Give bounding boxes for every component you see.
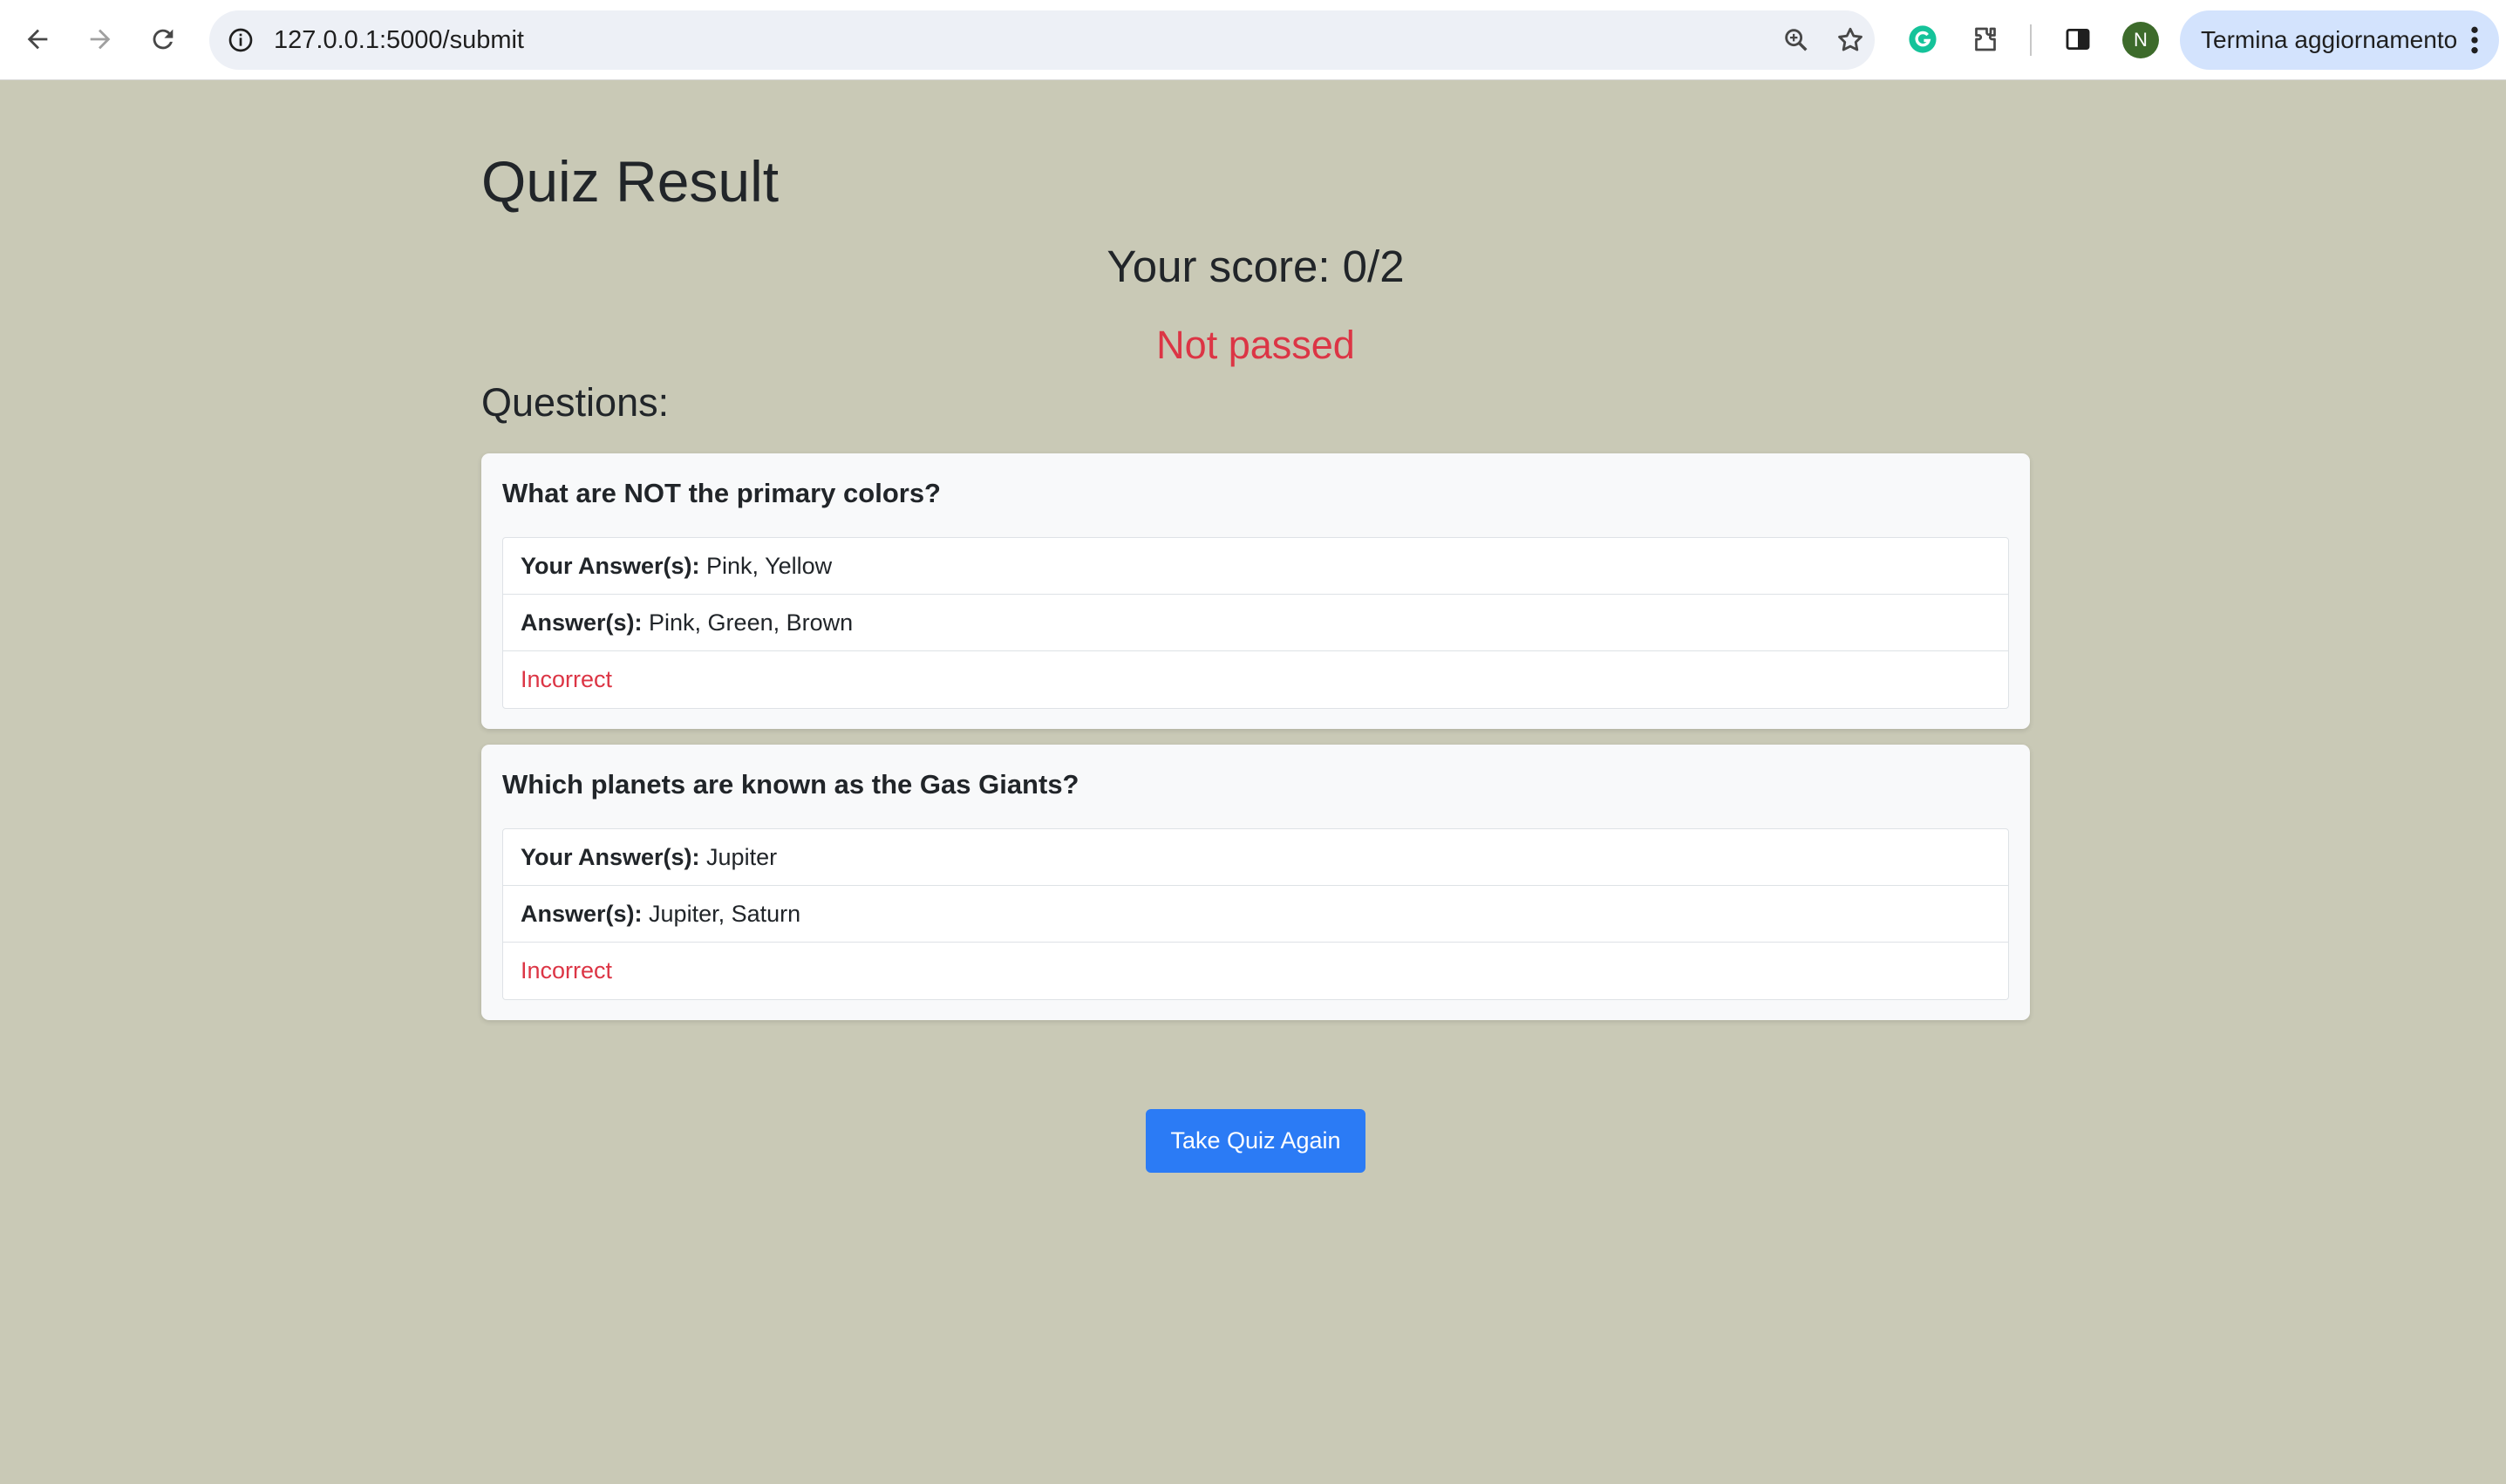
your-answer-label: Your Answer(s):	[521, 553, 700, 579]
update-button[interactable]: Termina aggiornamento	[2180, 10, 2499, 70]
your-answer-row: Your Answer(s): Jupiter	[503, 829, 2008, 886]
correct-answer-label: Answer(s):	[521, 609, 643, 636]
address-bar[interactable]: 127.0.0.1:5000/submit	[209, 10, 1875, 70]
back-button[interactable]	[17, 19, 58, 59]
side-panel-icon[interactable]	[2058, 19, 2098, 59]
your-answer-value: Pink, Yellow	[699, 553, 833, 579]
questions-heading: Questions:	[481, 380, 670, 425]
question-text: What are NOT the primary colors?	[502, 478, 941, 508]
result-text: Incorrect	[521, 957, 613, 984]
correct-answer-row: Answer(s): Jupiter, Saturn	[503, 886, 2008, 943]
result-text: Incorrect	[521, 666, 613, 692]
reload-icon	[153, 29, 174, 50]
answer-list: Your Answer(s): Jupiter Answer(s): Jupit…	[502, 828, 2009, 1000]
site-info-icon[interactable]	[223, 23, 258, 58]
page-title: Quiz Result	[481, 149, 780, 214]
score-text: Your score: 0/2	[1107, 242, 1405, 291]
bookmark-star-icon[interactable]	[1833, 23, 1868, 58]
back-icon	[27, 29, 48, 50]
your-answer-row: Your Answer(s): Pink, Yellow	[503, 538, 2008, 595]
question-card: Which planets are known as the Gas Giant…	[481, 745, 2030, 1020]
grammarly-icon[interactable]	[1903, 19, 1943, 59]
profile-avatar[interactable]: N	[2122, 22, 2159, 58]
your-answer-value: Jupiter	[699, 844, 778, 870]
toolbar-divider	[2030, 24, 2032, 56]
extensions-icon[interactable]	[1965, 19, 2005, 59]
correct-answer-value: Pink, Green, Brown	[642, 609, 854, 636]
forward-icon	[90, 29, 111, 50]
more-vert-icon	[2471, 26, 2478, 54]
take-quiz-again-button[interactable]: Take Quiz Again	[1146, 1109, 1365, 1173]
zoom-icon[interactable]	[1779, 23, 1814, 58]
update-label: Termina aggiornamento	[2201, 26, 2458, 53]
answer-list: Your Answer(s): Pink, Yellow Answer(s): …	[502, 537, 2009, 709]
correct-answer-value: Jupiter, Saturn	[642, 901, 801, 927]
status-text: Not passed	[1156, 323, 1355, 367]
question-card: What are NOT the primary colors? Your An…	[481, 453, 2030, 729]
your-answer-label: Your Answer(s):	[521, 844, 700, 870]
correct-answer-row: Answer(s): Pink, Green, Brown	[503, 595, 2008, 651]
question-text: Which planets are known as the Gas Giant…	[502, 769, 1079, 800]
browser-toolbar: 127.0.0.1:5000/submit N Termina aggiorna…	[0, 0, 2506, 80]
url-text[interactable]: 127.0.0.1:5000/submit	[274, 10, 524, 70]
forward-button[interactable]	[80, 19, 120, 59]
reload-button[interactable]	[143, 19, 183, 59]
correct-answer-label: Answer(s):	[521, 901, 643, 927]
